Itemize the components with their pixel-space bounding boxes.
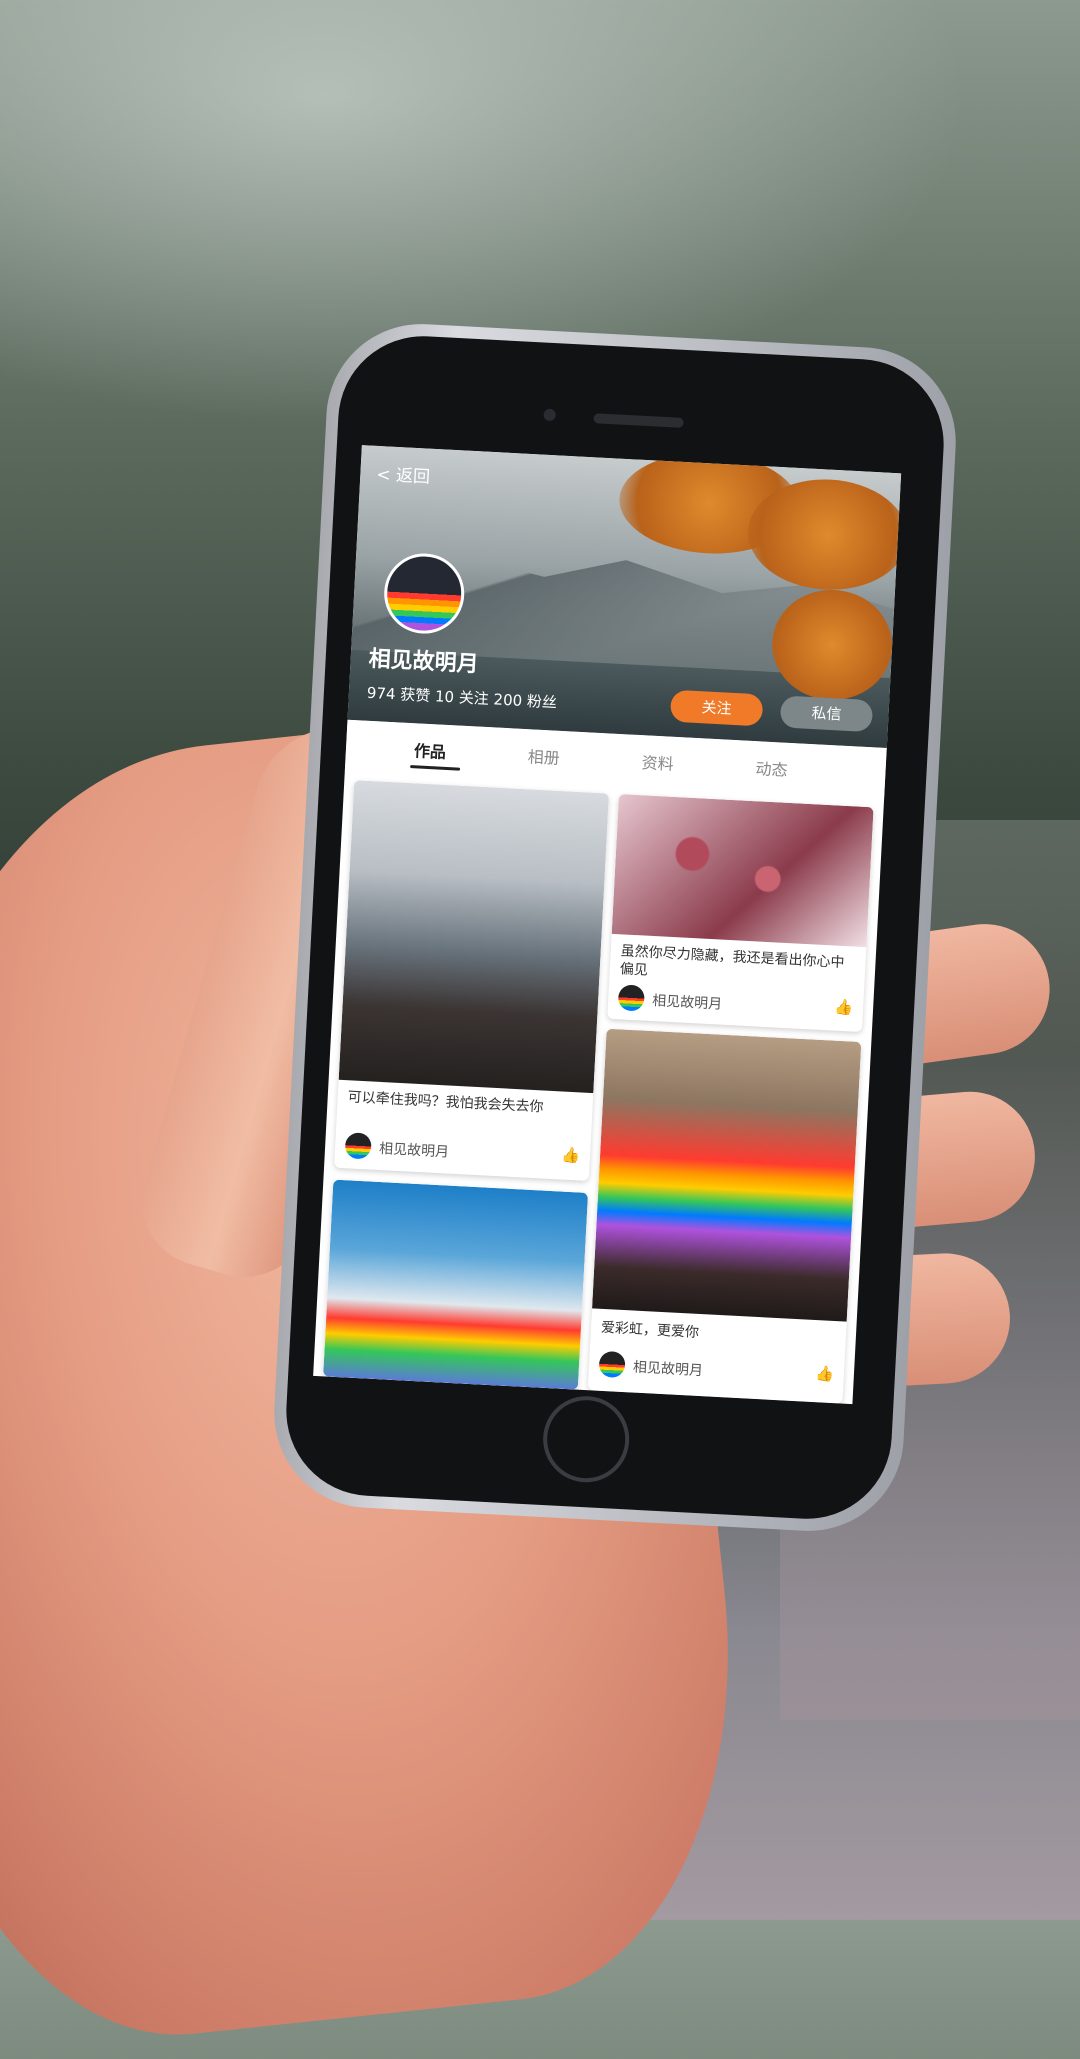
profile-username: 相见故明月: [368, 646, 480, 678]
earpiece-speaker: [593, 413, 684, 428]
post-caption: 可以牵住我吗？我怕我会失去你: [347, 1089, 544, 1116]
author-avatar[interactable]: [344, 1132, 372, 1160]
post-photo[interactable]: [611, 794, 874, 948]
post-author[interactable]: 相见故明月: [633, 1357, 704, 1381]
post-caption: 虽然你尽力隐藏，我还是看出你心中偏见: [619, 943, 845, 979]
post-author[interactable]: 相见故明月: [652, 990, 723, 1014]
phone-device: < 返回 相见故明月 974 获赞 10 关注 200 粉丝 关注 私信 作品 …: [269, 319, 961, 1536]
message-button[interactable]: 私信: [779, 695, 874, 733]
thumbs-up-icon[interactable]: 👍: [834, 998, 854, 1017]
post-photo[interactable]: [592, 1028, 862, 1322]
tab-works[interactable]: 作品: [413, 737, 446, 763]
author-avatar[interactable]: [617, 984, 645, 1012]
profile-header: < 返回 相见故明月 974 获赞 10 关注 200 粉丝 关注 私信: [347, 445, 902, 748]
home-button[interactable]: [540, 1394, 632, 1485]
tab-activity[interactable]: 动态: [755, 755, 788, 781]
tab-active-indicator: [410, 765, 461, 771]
post-card[interactable]: 虽然你尽力隐藏，我还是看出你心中偏见 相见故明月 👍: [607, 794, 874, 1033]
front-camera: [543, 408, 557, 422]
post-card[interactable]: [323, 1179, 589, 1390]
post-photo[interactable]: [338, 780, 610, 1094]
tab-info[interactable]: 资料: [641, 749, 674, 775]
post-card[interactable]: 可以牵住我吗？我怕我会失去你 相见故明月 👍: [334, 780, 610, 1181]
thumbs-up-icon[interactable]: 👍: [815, 1364, 835, 1383]
post-author[interactable]: 相见故明月: [379, 1138, 450, 1162]
post-card[interactable]: 爱彩虹，更爱你 相见故明月 👍: [587, 1028, 862, 1404]
follow-button[interactable]: 关注: [669, 689, 764, 727]
back-button[interactable]: < 返回: [376, 460, 431, 488]
app-screen: < 返回 相见故明月 974 获赞 10 关注 200 粉丝 关注 私信 作品 …: [313, 445, 902, 1405]
tab-albums[interactable]: 相册: [527, 743, 560, 769]
author-avatar[interactable]: [598, 1350, 626, 1379]
post-caption: 爱彩虹，更爱你: [600, 1319, 700, 1341]
phone-bezel: < 返回 相见故明月 974 获赞 10 关注 200 粉丝 关注 私信 作品 …: [282, 331, 948, 1524]
thumbs-up-icon[interactable]: 👍: [561, 1146, 581, 1165]
post-photo[interactable]: [323, 1179, 589, 1390]
